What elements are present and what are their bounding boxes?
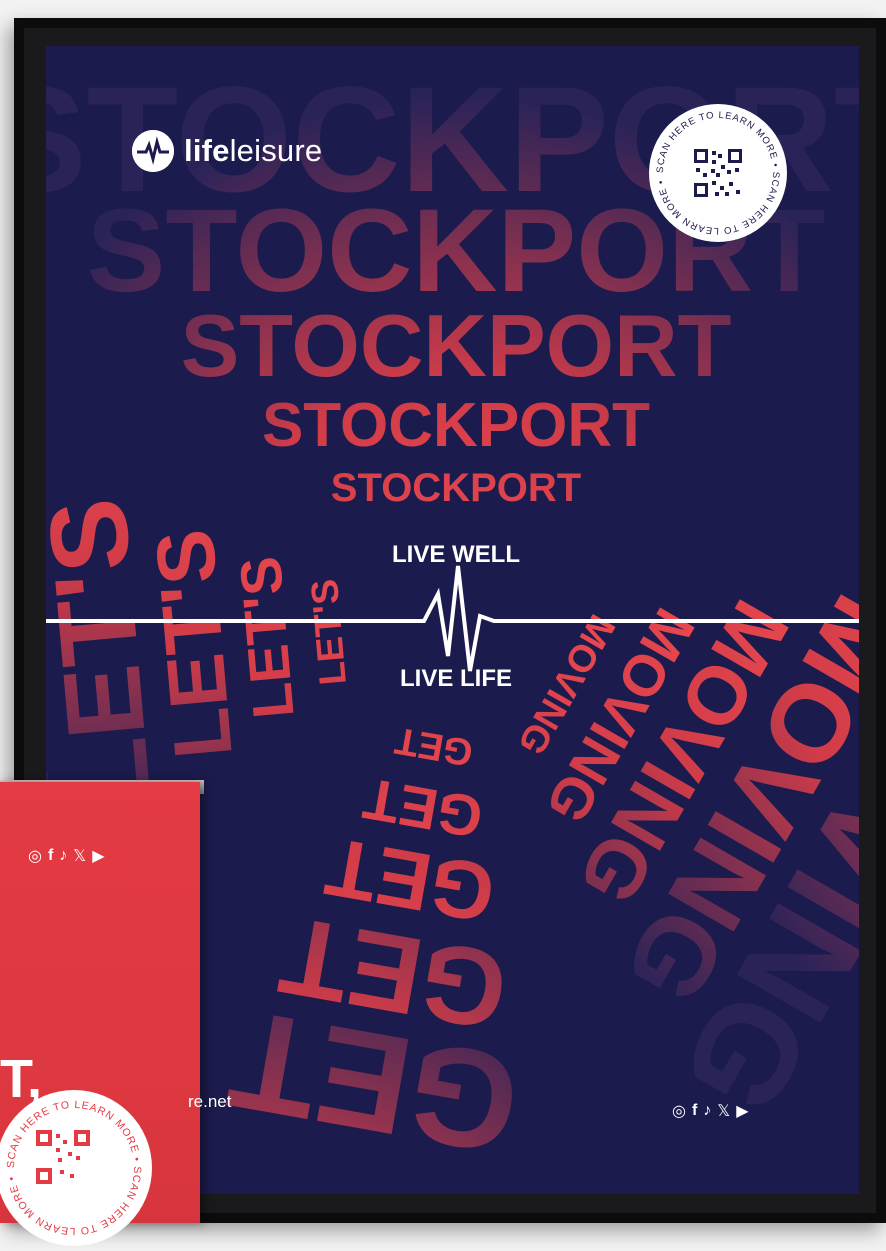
lets-word-ring-1: LET'S (304, 577, 355, 686)
instagram-icon[interactable]: ◎ (672, 1101, 686, 1121)
facebook-icon[interactable]: f (48, 847, 53, 865)
heartbeat-logo-icon (132, 130, 174, 172)
youtube-icon[interactable]: ▶ (92, 846, 104, 866)
brand-logo[interactable]: lifeleisure (132, 130, 322, 172)
tiktok-icon[interactable]: ♪ (59, 847, 67, 865)
banner-social-links: ◎ f ♪ 𝕏 ▶ (28, 846, 105, 866)
instagram-icon[interactable]: ◎ (28, 846, 42, 866)
slogan-top: LIVE WELL (392, 541, 520, 568)
town-word-ring-1: STOCKPORT (331, 466, 581, 510)
website-url[interactable]: re.net (188, 1092, 231, 1112)
tiktok-icon[interactable]: ♪ (703, 1102, 711, 1120)
get-word-ring-1: GET (392, 719, 476, 774)
qr-badge[interactable]: SCAN HERE TO LEARN MORE • SCAN HERE TO L… (649, 104, 787, 242)
brand-name: lifeleisure (184, 133, 323, 168)
town-word-ring-2: STOCKPORT (262, 391, 650, 460)
x-icon[interactable]: 𝕏 (73, 846, 86, 866)
social-links: ◎ f ♪ 𝕏 ▶ (672, 1101, 749, 1121)
x-icon[interactable]: 𝕏 (717, 1101, 730, 1121)
qr-code-icon: SCAN HERE TO LEARN MORE • SCAN HERE TO L… (655, 110, 780, 236)
slogan-bottom: LIVE LIFE (400, 665, 512, 692)
facebook-icon[interactable]: f (692, 1102, 697, 1120)
youtube-icon[interactable]: ▶ (736, 1101, 748, 1121)
